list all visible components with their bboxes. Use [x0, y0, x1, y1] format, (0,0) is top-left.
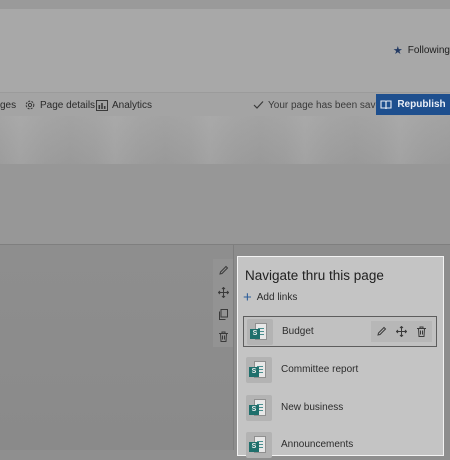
- webpart-toolbar: [213, 259, 233, 347]
- link-item-label: Announcements: [281, 439, 354, 450]
- link-item-label: Budget: [282, 326, 314, 337]
- analytics-icon: [96, 99, 108, 111]
- duplicate-webpart-button[interactable]: [213, 303, 233, 325]
- sharepoint-page-icon: S: [246, 394, 272, 421]
- trash-icon[interactable]: [416, 326, 427, 337]
- link-item[interactable]: S New business: [243, 392, 437, 423]
- command-bar: ges Page details Analytics Your page has…: [0, 92, 450, 117]
- following-button[interactable]: ★ Following: [393, 44, 450, 57]
- save-status: Your page has been saved: [253, 93, 387, 117]
- save-status-text: Your page has been saved: [268, 99, 387, 111]
- webpart-title[interactable]: Navigate thru this page: [245, 268, 384, 283]
- edit-webpart-button[interactable]: [213, 259, 233, 281]
- analytics-button[interactable]: Analytics: [96, 93, 152, 117]
- star-icon: ★: [392, 45, 403, 57]
- add-links-label: Add links: [256, 292, 298, 303]
- republish-label: Republish: [397, 99, 446, 110]
- link-item[interactable]: S Budget: [243, 316, 437, 347]
- trash-icon: [218, 331, 228, 342]
- link-item-actions: [371, 321, 432, 342]
- move-webpart-button[interactable]: [213, 281, 233, 303]
- copy-icon: [218, 308, 228, 320]
- book-icon: [380, 99, 392, 109]
- pages-button[interactable]: ges: [0, 93, 16, 117]
- title-area: [0, 164, 450, 244]
- page-details-label: Page details: [40, 99, 96, 111]
- site-header: ★ Following: [0, 0, 450, 92]
- sharepoint-page-icon: S: [246, 356, 272, 383]
- republish-button[interactable]: Republish: [376, 94, 450, 115]
- canvas-left-column: [0, 245, 233, 450]
- sharepoint-page-icon: S: [246, 431, 272, 458]
- move-icon: [217, 286, 229, 298]
- link-item[interactable]: S Announcements: [243, 429, 437, 460]
- checkmark-icon: [253, 101, 264, 109]
- analytics-label: Analytics: [112, 99, 153, 111]
- link-item-label: New business: [281, 402, 344, 413]
- gear-icon: [25, 100, 35, 110]
- link-item-label: Committee report: [281, 364, 359, 375]
- move-icon[interactable]: [395, 326, 407, 337]
- pages-label: ges: [0, 99, 17, 111]
- add-links-button[interactable]: + Add links: [243, 288, 298, 306]
- page-details-button[interactable]: Page details: [24, 93, 95, 117]
- sharepoint-page-icon: S: [247, 318, 273, 345]
- pencil-icon: [218, 265, 228, 275]
- pencil-icon[interactable]: [376, 326, 387, 337]
- delete-webpart-button[interactable]: [213, 325, 233, 347]
- plus-icon: +: [243, 288, 252, 306]
- following-label: Following: [407, 45, 450, 56]
- quick-links-webpart[interactable]: Navigate thru this page + Add links S Bu…: [237, 256, 444, 458]
- suite-bar: [0, 0, 450, 9]
- link-item[interactable]: S Committee report: [243, 354, 437, 385]
